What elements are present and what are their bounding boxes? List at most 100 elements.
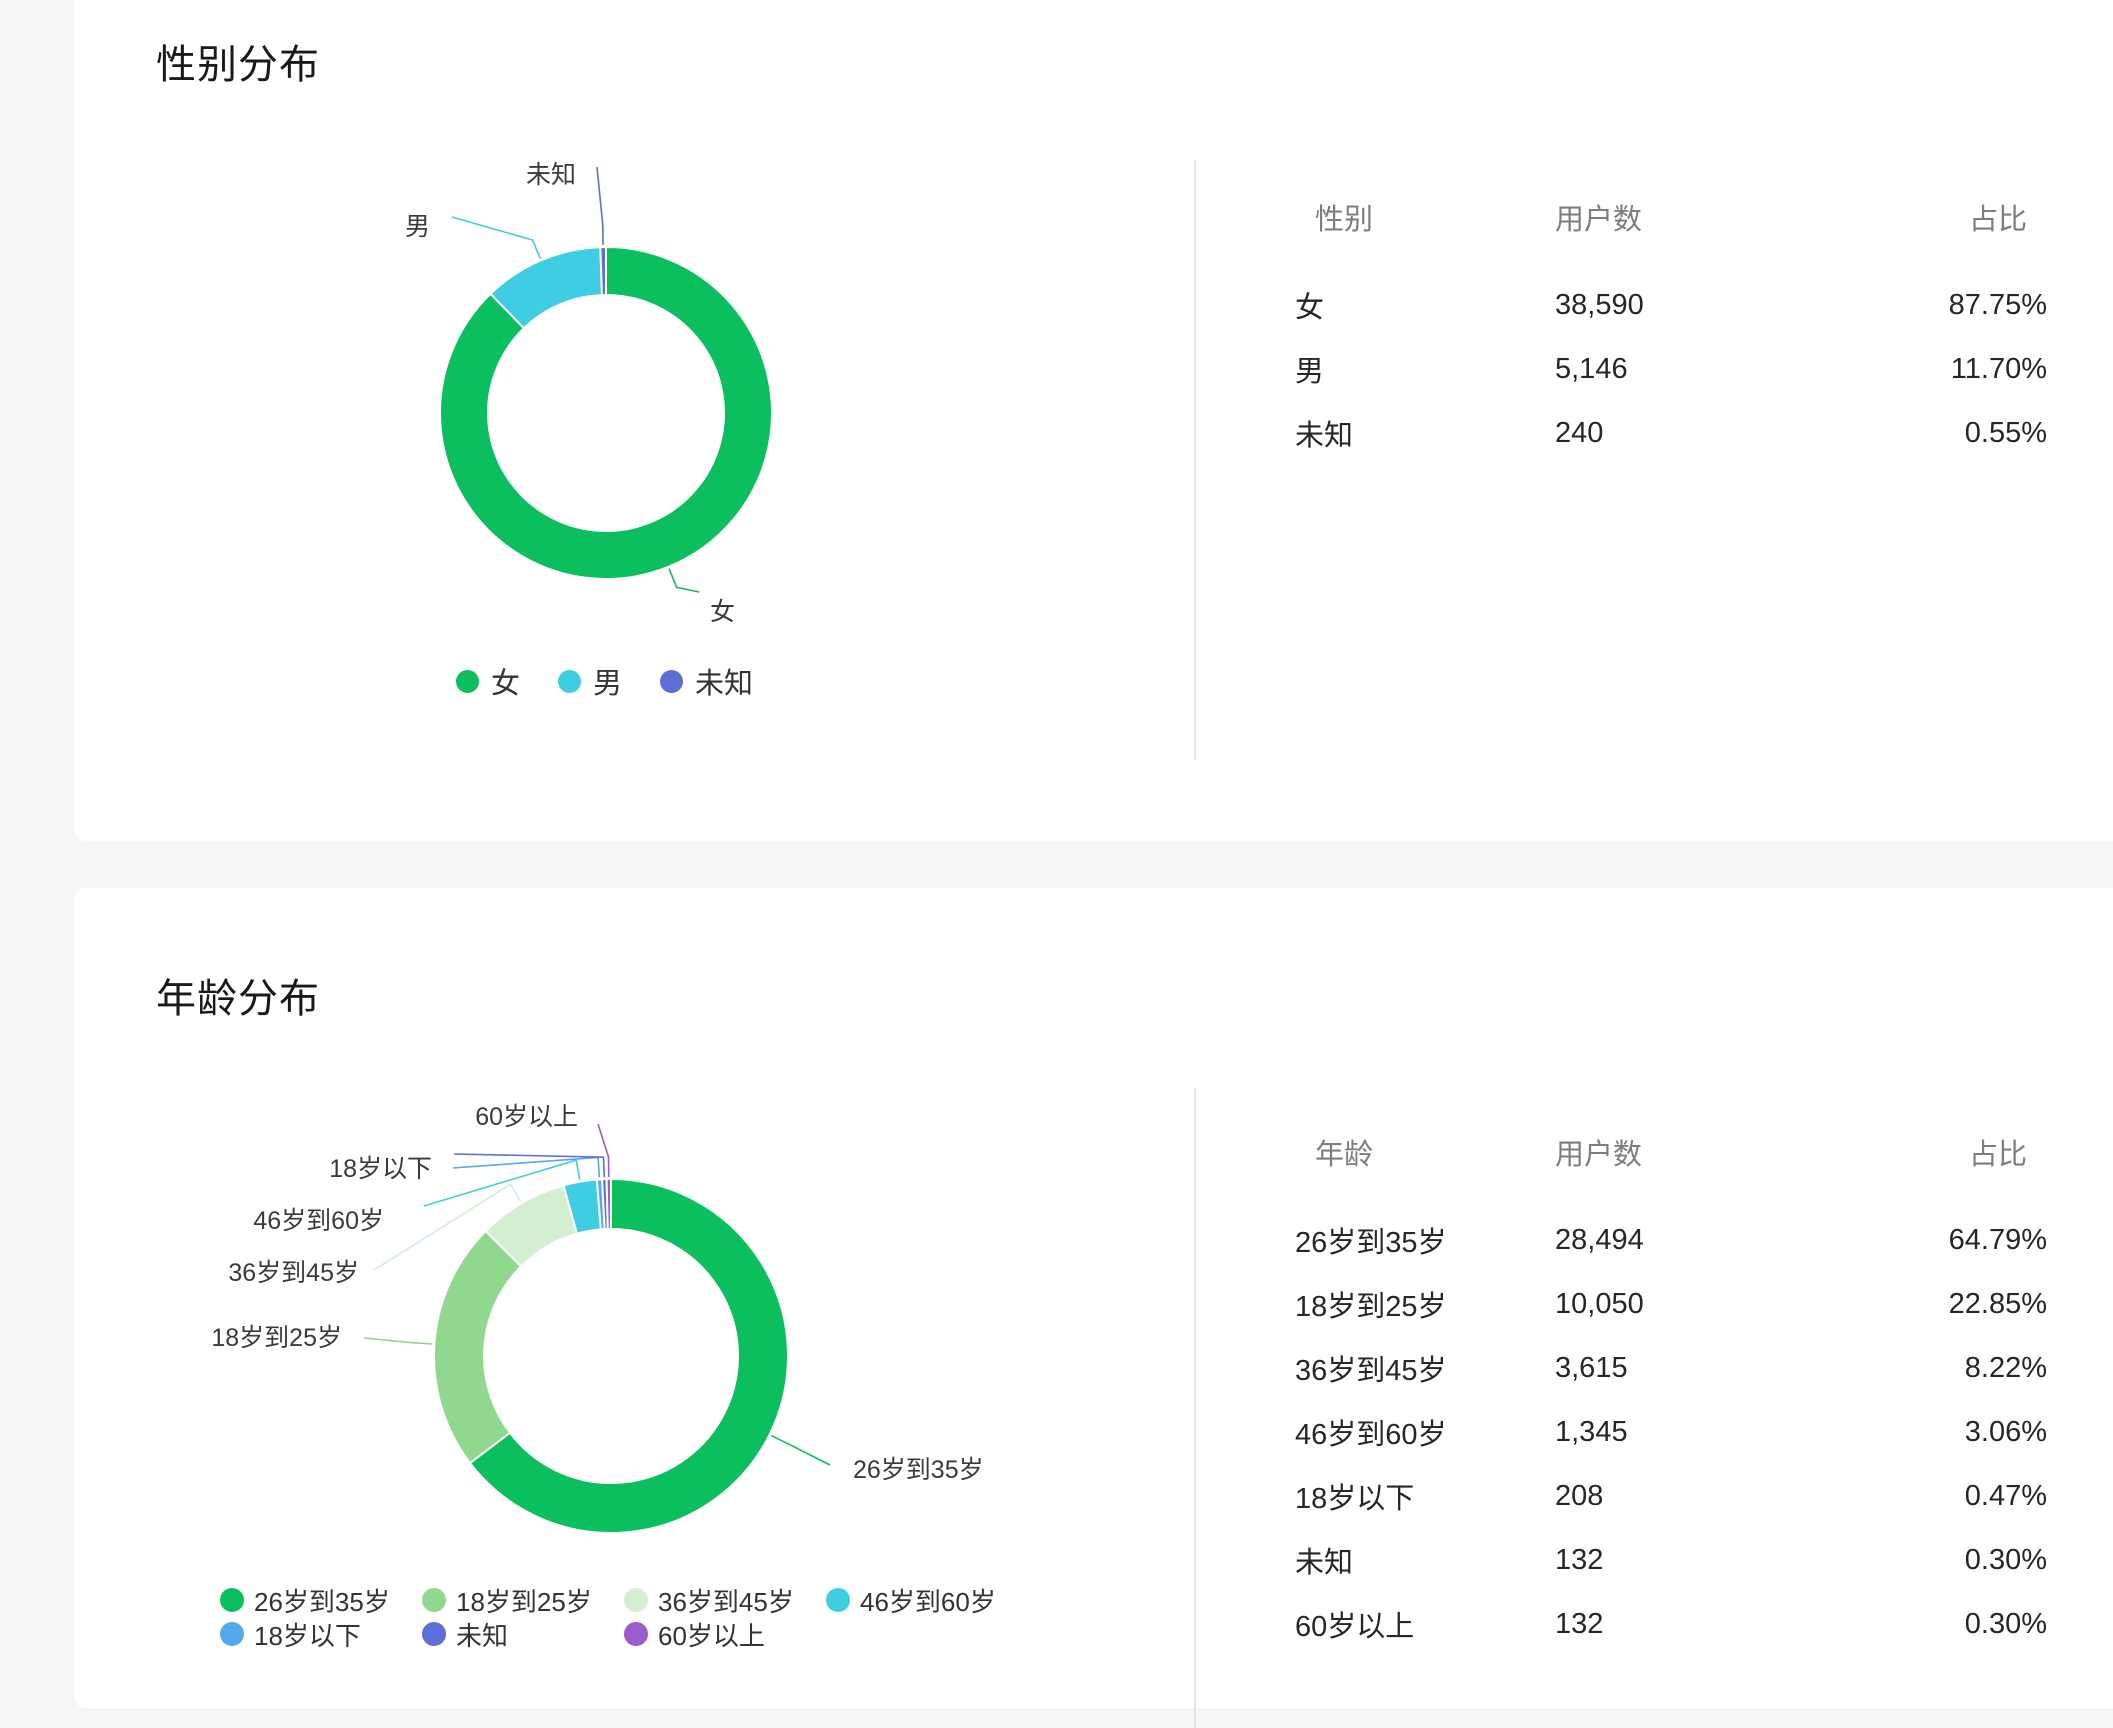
row-count: 208: [1555, 1479, 1604, 1512]
legend-label: 18岁以下: [254, 1620, 361, 1651]
header-age: 年龄: [1315, 1139, 1374, 1171]
legend-item-over-60[interactable]: 60岁以上: [624, 1618, 826, 1651]
legend-item-unknown[interactable]: 未知: [660, 660, 753, 702]
legend-item-under-18[interactable]: 18岁以下: [220, 1618, 422, 1651]
row-share: 0.47%: [1964, 1479, 2047, 1512]
legend-label: 男: [593, 668, 623, 700]
legend-label: 未知: [456, 1620, 509, 1651]
row-count: 132: [1555, 1543, 1604, 1576]
row-share: 64.79%: [1948, 1223, 2047, 1256]
leader-line: [363, 1337, 433, 1345]
legend-dot: [422, 1588, 446, 1612]
slice-label: 女: [710, 598, 735, 626]
row-count: 10,050: [1555, 1287, 1644, 1320]
header-gender: 性别: [1315, 204, 1374, 236]
legend-label: 18岁到25岁: [456, 1586, 592, 1617]
legend-label: 女: [491, 668, 521, 700]
row-label: 26岁到35岁: [1295, 1227, 1447, 1259]
table-row: 60岁以上 132 0.30%: [1295, 1592, 2110, 1656]
row-share: 11.70%: [1950, 352, 2047, 385]
row-label: 46岁到60岁: [1295, 1419, 1447, 1451]
row-label: 未知: [1295, 420, 1354, 452]
donut-slice-female[interactable]: [439, 245, 773, 580]
header-share: 占比: [1968, 1139, 2027, 1171]
legend-dot-female: [456, 669, 479, 693]
row-label: 18岁以下: [1295, 1483, 1415, 1515]
section-divider: [1194, 160, 1196, 760]
row-share: 8.22%: [1964, 1351, 2047, 1384]
header-user-count: 用户数: [1555, 204, 1643, 236]
slice-label: 男: [405, 213, 430, 241]
legend-dot: [220, 1588, 244, 1612]
table-row: 男 5,146 11.70%: [1295, 337, 2110, 401]
gender-distribution-card: 性别分布 女男未知 女 男 未知 性别 用户数 占比 女 38,590 87.7…: [74, 0, 2113, 841]
row-label: 女: [1295, 292, 1325, 324]
row-count: 240: [1555, 416, 1604, 449]
slice-label: 26岁到35岁: [853, 1456, 984, 1484]
row-share: 0.30%: [1964, 1607, 2047, 1640]
legend-item-18-25[interactable]: 18岁到25岁: [422, 1584, 624, 1617]
row-share: 0.55%: [1964, 416, 2047, 449]
section-divider: [1194, 1088, 1196, 1728]
legend-item-male[interactable]: 男: [558, 660, 622, 702]
slice-label: 36岁到45岁: [228, 1259, 359, 1287]
age-donut-chart: 26岁到35岁18岁到25岁36岁到45岁46岁到60岁18岁以下未知60岁以上: [211, 1103, 984, 1534]
legend-item-female[interactable]: 女: [456, 660, 520, 702]
table-row: 女 38,590 87.75%: [1295, 273, 2110, 337]
row-count: 28,494: [1555, 1223, 1644, 1256]
legend-item-36-45[interactable]: 36岁到45岁: [624, 1584, 826, 1617]
row-count: 1,345: [1555, 1415, 1628, 1448]
row-label: 男: [1295, 356, 1325, 388]
legend-item-unknown[interactable]: 未知: [422, 1618, 624, 1651]
legend-dot-unknown: [660, 669, 684, 693]
row-label: 未知: [1295, 1547, 1354, 1579]
table-row: 46岁到60岁 1,345 3.06%: [1295, 1400, 2110, 1464]
table-row: 未知 240 0.55%: [1295, 401, 2110, 465]
age-table: 年龄 用户数 占比 26岁到35岁 28,494 64.79% 18岁到25岁 …: [1295, 1120, 2110, 1656]
legend-dot: [624, 1588, 648, 1612]
row-count: 38,590: [1555, 288, 1644, 321]
row-share: 22.85%: [1948, 1287, 2047, 1320]
table-row: 18岁到25岁 10,050 22.85%: [1295, 1272, 2110, 1336]
header-user-count: 用户数: [1555, 1139, 1643, 1171]
row-share: 3.06%: [1964, 1415, 2047, 1448]
legend-label: 60岁以上: [658, 1620, 765, 1651]
gender-chart-legend: 女 男 未知: [456, 660, 753, 702]
legend-dot: [220, 1622, 244, 1646]
donut-slice-unknown[interactable]: [599, 245, 607, 297]
leader-line: [596, 166, 604, 246]
header-share: 占比: [1968, 204, 2027, 236]
leader-line: [770, 1434, 831, 1466]
slice-label: 60岁以上: [475, 1103, 578, 1131]
legend-item-26-35[interactable]: 26岁到35岁: [220, 1584, 422, 1617]
table-row: 26岁到35岁 28,494 64.79%: [1295, 1208, 2110, 1272]
donut-slice-slice-1[interactable]: [433, 1229, 523, 1465]
legend-dot-male: [558, 669, 582, 693]
legend-item-46-60[interactable]: 46岁到60岁: [826, 1584, 1028, 1617]
slice-label: 46岁到60岁: [253, 1207, 384, 1235]
age-table-header: 年龄 用户数 占比: [1295, 1120, 2110, 1184]
slice-label: 18岁到25岁: [211, 1324, 342, 1352]
table-row: 未知 132 0.30%: [1295, 1528, 2110, 1592]
donut-slice-slice-6[interactable]: [605, 1177, 612, 1231]
legend-dot: [422, 1622, 446, 1646]
row-count: 5,146: [1555, 352, 1628, 385]
row-count: 132: [1555, 1607, 1604, 1640]
leader-line: [668, 568, 700, 593]
row-share: 87.75%: [1948, 288, 2047, 321]
legend-label: 36岁到45岁: [658, 1586, 794, 1617]
legend-label: 46岁到60岁: [860, 1586, 996, 1617]
age-distribution-card: 年龄分布 26岁到35岁18岁到25岁36岁到45岁46岁到60岁18岁以下未知…: [74, 888, 2113, 1728]
legend-label: 未知: [695, 668, 754, 700]
leader-line: [451, 216, 542, 259]
row-label: 60岁以上: [1295, 1611, 1415, 1643]
slice-label: 未知: [526, 161, 576, 189]
row-label: 36岁到45岁: [1295, 1355, 1447, 1387]
table-row: 36岁到45岁 3,615 8.22%: [1295, 1336, 2110, 1400]
age-chart-legend: 26岁到35岁 18岁到25岁 36岁到45岁 46岁到60岁 18岁以下 未知…: [220, 1584, 1028, 1651]
table-row: 18岁以下 208 0.47%: [1295, 1464, 2110, 1528]
row-share: 0.30%: [1964, 1543, 2047, 1576]
legend-label: 26岁到35岁: [254, 1586, 390, 1617]
gender-table: 性别 用户数 占比 女 38,590 87.75% 男 5,146 11.70%…: [1295, 185, 2110, 465]
gender-table-header: 性别 用户数 占比: [1295, 185, 2110, 249]
